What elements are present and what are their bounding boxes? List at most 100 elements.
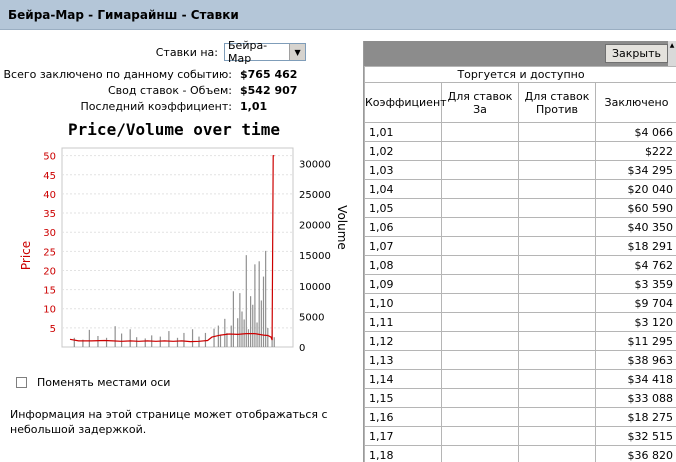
y2-tick-label: 15000 (299, 251, 331, 262)
group-header: Торгуется и доступно (364, 66, 676, 83)
cell-lay[interactable] (518, 350, 596, 370)
table-row[interactable]: 1,17 $32 515 (364, 426, 676, 446)
stats-block: Всего заключено по данному событию: $765… (0, 66, 362, 114)
cell-lay[interactable] (518, 293, 596, 313)
price-table: Торгуется и доступно Коэффициент Для ста… (364, 66, 676, 462)
y2-tick-label: 5000 (299, 312, 324, 323)
cell-back[interactable] (441, 407, 519, 427)
cell-matched: $38 963 (595, 350, 676, 370)
cell-price: 1,10 (364, 293, 442, 313)
table-row[interactable]: 1,05 $60 590 (364, 198, 676, 218)
cell-price: 1,04 (364, 179, 442, 199)
table-row[interactable]: 1,18 $36 820 (364, 445, 676, 462)
cell-lay[interactable] (518, 388, 596, 408)
table-row[interactable]: 1,12 $11 295 (364, 331, 676, 351)
market-selector-row: Ставки на: Бейра-Мар ▼ (155, 39, 306, 65)
cell-back[interactable] (441, 426, 519, 446)
y-tick-label: 40 (43, 190, 56, 201)
cell-price: 1,05 (364, 198, 442, 218)
cell-matched: $9 704 (595, 293, 676, 313)
column-header-matched: Заключено (595, 82, 676, 123)
y2-tick-label: 25000 (299, 190, 331, 201)
cell-lay[interactable] (518, 160, 596, 180)
table-row[interactable]: 1,04 $20 040 (364, 179, 676, 199)
price-table-scroll[interactable]: Торгуется и доступно Коэффициент Для ста… (364, 66, 676, 462)
y2-axis-label: Volume (335, 205, 349, 250)
cell-matched: $34 295 (595, 160, 676, 180)
cell-back[interactable] (441, 274, 519, 294)
market-info-pane: Ставки на: Бейра-Мар ▼ Всего заключено п… (0, 30, 362, 462)
cell-back[interactable] (441, 369, 519, 389)
table-row[interactable]: 1,03 $34 295 (364, 160, 676, 180)
cell-back[interactable] (441, 350, 519, 370)
cell-matched: $60 590 (595, 198, 676, 218)
cell-lay[interactable] (518, 236, 596, 256)
cell-matched: $18 275 (595, 407, 676, 427)
market-select-value: Бейра-Мар (228, 39, 268, 65)
cell-lay[interactable] (518, 369, 596, 389)
y-tick-label: 25 (43, 247, 56, 258)
table-row[interactable]: 1,13 $38 963 (364, 350, 676, 370)
table-row[interactable]: 1,14 $34 418 (364, 369, 676, 389)
table-row[interactable]: 1,10 $9 704 (364, 293, 676, 313)
table-row[interactable]: 1,02 $222 (364, 141, 676, 161)
cell-back[interactable] (441, 445, 519, 462)
y2-tick-label: 20000 (299, 221, 331, 232)
close-button[interactable]: Закрыть (605, 44, 668, 63)
cell-back[interactable] (441, 179, 519, 199)
cell-matched: $222 (595, 141, 676, 161)
cell-back[interactable] (441, 141, 519, 161)
table-row[interactable]: 1,07 $18 291 (364, 236, 676, 256)
column-header-lay: Для ставок Против (518, 82, 596, 123)
cell-lay[interactable] (518, 179, 596, 199)
cell-lay[interactable] (518, 407, 596, 427)
cell-back[interactable] (441, 331, 519, 351)
cell-matched: $34 418 (595, 369, 676, 389)
cell-matched: $3 359 (595, 274, 676, 294)
cell-price: 1,18 (364, 445, 442, 462)
cell-back[interactable] (441, 122, 519, 142)
cell-price: 1,06 (364, 217, 442, 237)
table-row[interactable]: 1,11 $3 120 (364, 312, 676, 332)
cell-lay[interactable] (518, 274, 596, 294)
cell-back[interactable] (441, 236, 519, 256)
table-row[interactable]: 1,06 $40 350 (364, 217, 676, 237)
market-select[interactable]: Бейра-Мар ▼ (224, 39, 306, 65)
stat-label: Свод ставок - Объем: (108, 83, 232, 97)
swap-axes-row[interactable]: Поменять местами оси (16, 376, 170, 389)
table-row[interactable]: 1,08 $4 762 (364, 255, 676, 275)
swap-axes-checkbox[interactable] (16, 377, 27, 388)
cell-lay[interactable] (518, 255, 596, 275)
market-selector-label: Ставки на: (155, 45, 218, 59)
cell-lay[interactable] (518, 426, 596, 446)
cell-lay[interactable] (518, 198, 596, 218)
cell-back[interactable] (441, 312, 519, 332)
chevron-down-icon[interactable]: ▼ (289, 44, 305, 60)
cell-back[interactable] (441, 217, 519, 237)
cell-lay[interactable] (518, 445, 596, 462)
swap-axes-label: Поменять местами оси (37, 376, 171, 389)
cell-price: 1,08 (364, 255, 442, 275)
cell-lay[interactable] (518, 312, 596, 332)
scroll-up-arrow-icon[interactable]: ▲ (668, 41, 676, 66)
table-row[interactable]: 1,09 $3 359 (364, 274, 676, 294)
stat-label: Всего заключено по данному событию: (3, 67, 232, 81)
cell-price: 1,13 (364, 350, 442, 370)
cell-back[interactable] (441, 198, 519, 218)
table-row[interactable]: 1,15 $33 088 (364, 388, 676, 408)
cell-back[interactable] (441, 160, 519, 180)
cell-back[interactable] (441, 255, 519, 275)
stat-last-price: Последний коэффициент: 1,01 (0, 98, 362, 114)
table-row[interactable]: 1,16 $18 275 (364, 407, 676, 427)
cell-lay[interactable] (518, 331, 596, 351)
cell-back[interactable] (441, 293, 519, 313)
column-header-back: Для ставок За (441, 82, 519, 123)
cell-lay[interactable] (518, 217, 596, 237)
table-row[interactable]: 1,01 $4 066 (364, 122, 676, 142)
cell-price: 1,17 (364, 426, 442, 446)
panel-toolbar: Закрыть ▲ (364, 41, 676, 66)
cell-lay[interactable] (518, 122, 596, 142)
cell-price: 1,09 (364, 274, 442, 294)
cell-lay[interactable] (518, 141, 596, 161)
cell-back[interactable] (441, 388, 519, 408)
